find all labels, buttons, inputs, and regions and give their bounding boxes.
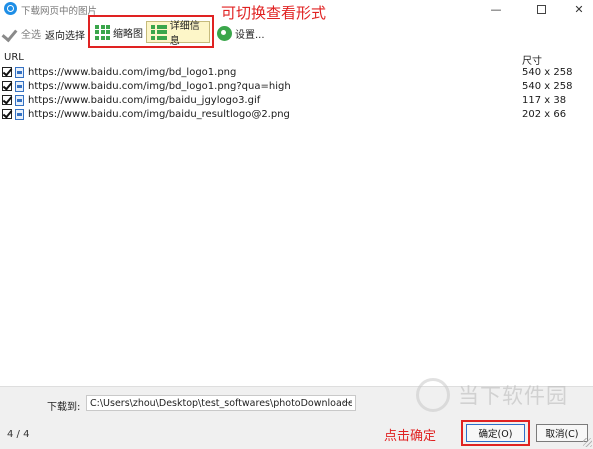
annotation-box xyxy=(88,15,214,48)
window-title: 下载网页中的图片 xyxy=(21,6,98,17)
checkmark-icon xyxy=(3,26,18,41)
selection-count: 4 / 4 xyxy=(7,429,30,440)
row-checkbox[interactable] xyxy=(2,81,12,91)
select-all-button[interactable]: 全选 xyxy=(3,23,41,43)
row-checkbox[interactable] xyxy=(2,109,12,119)
minimize-button[interactable]: — xyxy=(481,0,511,18)
invert-selection-button[interactable]: 返向选择 xyxy=(45,27,85,42)
browse-button[interactable]: ... xyxy=(340,396,354,409)
watermark-text: 当下软件园 xyxy=(458,384,568,408)
click-hint-text: 点击确定 xyxy=(384,429,437,444)
row-url: https://www.baidu.com/img/bd_logo1.png xyxy=(28,66,237,78)
download-to-label: 下载到: xyxy=(47,402,81,413)
row-size: 202 x 66 xyxy=(522,108,567,120)
column-header-url[interactable]: URL xyxy=(4,52,24,63)
image-file-icon xyxy=(15,94,24,106)
list-row[interactable]: https://www.baidu.com/img/baidu_jgylogo3… xyxy=(0,93,593,107)
maximize-icon xyxy=(536,4,546,14)
row-checkbox[interactable] xyxy=(2,67,12,77)
close-button[interactable]: ✕ xyxy=(564,0,593,18)
list-row[interactable]: https://www.baidu.com/img/bd_logo1.png 5… xyxy=(0,65,593,79)
row-size: 540 x 258 xyxy=(522,66,573,78)
download-path-input[interactable] xyxy=(86,395,356,411)
gear-icon xyxy=(217,25,232,41)
select-all-label: 全选 xyxy=(21,29,41,41)
cancel-button[interactable]: 取消(C) xyxy=(536,424,588,442)
maximize-button[interactable] xyxy=(526,0,556,18)
list-row[interactable]: https://www.baidu.com/img/baidu_resultlo… xyxy=(0,107,593,121)
image-file-icon xyxy=(15,108,24,120)
row-url: https://www.baidu.com/img/baidu_resultlo… xyxy=(28,108,290,120)
watermark-logo-icon xyxy=(416,378,450,412)
app-icon xyxy=(4,2,17,15)
image-file-icon xyxy=(15,80,24,92)
row-checkbox[interactable] xyxy=(2,95,12,105)
settings-label: 设置... xyxy=(235,29,265,41)
ok-button[interactable]: 确定(O) xyxy=(466,424,525,442)
row-size: 540 x 258 xyxy=(522,80,573,92)
watermark: 当下软件园 xyxy=(416,374,586,416)
row-size: 117 x 38 xyxy=(522,94,567,106)
image-file-icon xyxy=(15,66,24,78)
annotation-text: 可切换查看形式 xyxy=(221,4,327,22)
row-url: https://www.baidu.com/img/bd_logo1.png?q… xyxy=(28,80,291,92)
list-row[interactable]: https://www.baidu.com/img/bd_logo1.png?q… xyxy=(0,79,593,93)
settings-button[interactable]: 设置... xyxy=(217,24,265,42)
row-url: https://www.baidu.com/img/baidu_jgylogo3… xyxy=(28,94,261,106)
resize-grip[interactable] xyxy=(583,438,592,447)
